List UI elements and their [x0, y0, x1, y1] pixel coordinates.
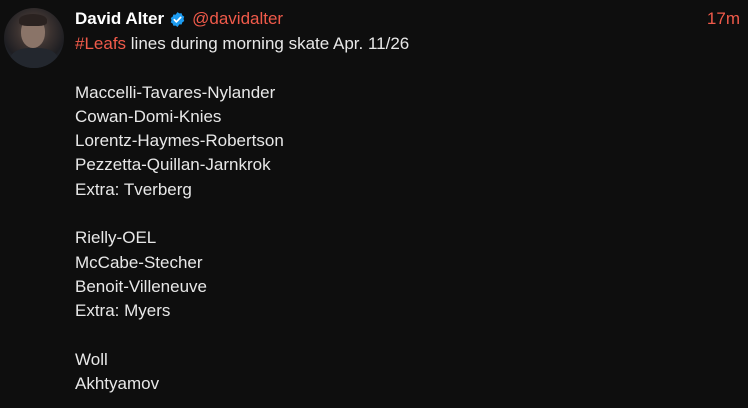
tweet-body: #Leafs lines during morning skate Apr. 1… — [75, 32, 735, 396]
hashtag-link[interactable]: #Leafs — [75, 34, 126, 53]
verified-badge-icon — [169, 11, 186, 28]
defense-pair: Benoit-Villeneuve — [75, 276, 207, 296]
tweet: David Alter @davidalter 17m #Leafs lines… — [0, 0, 748, 408]
avatar-shirt — [10, 48, 58, 68]
headline-text: lines during morning skate Apr. 11/26 — [126, 34, 410, 53]
forward-line: Lorentz-Haymes-Robertson — [75, 131, 284, 151]
defense-pair: McCabe-Stecher — [75, 252, 203, 272]
timestamp[interactable]: 17m — [707, 7, 740, 31]
tweet-header: David Alter @davidalter — [75, 7, 283, 31]
forward-line: Maccelli-Tavares-Nylander — [75, 82, 276, 102]
goalie-line: Woll — [75, 349, 108, 369]
forward-line: Pezzetta-Quillan-Jarnkrok — [75, 155, 271, 175]
display-name[interactable]: David Alter — [75, 7, 164, 31]
avatar-hair — [19, 14, 47, 26]
defense-extra: Extra: Myers — [75, 301, 171, 321]
avatar[interactable] — [4, 8, 64, 68]
headline: #Leafs lines during morning skate Apr. 1… — [75, 32, 735, 56]
forward-extra: Extra: Tverberg — [75, 179, 192, 199]
defense-pair: Rielly-OEL — [75, 228, 157, 248]
goalie-line: Akhtyamov — [75, 374, 160, 394]
forward-line: Cowan-Domi-Knies — [75, 106, 222, 126]
author-handle[interactable]: @davidalter — [192, 7, 283, 31]
